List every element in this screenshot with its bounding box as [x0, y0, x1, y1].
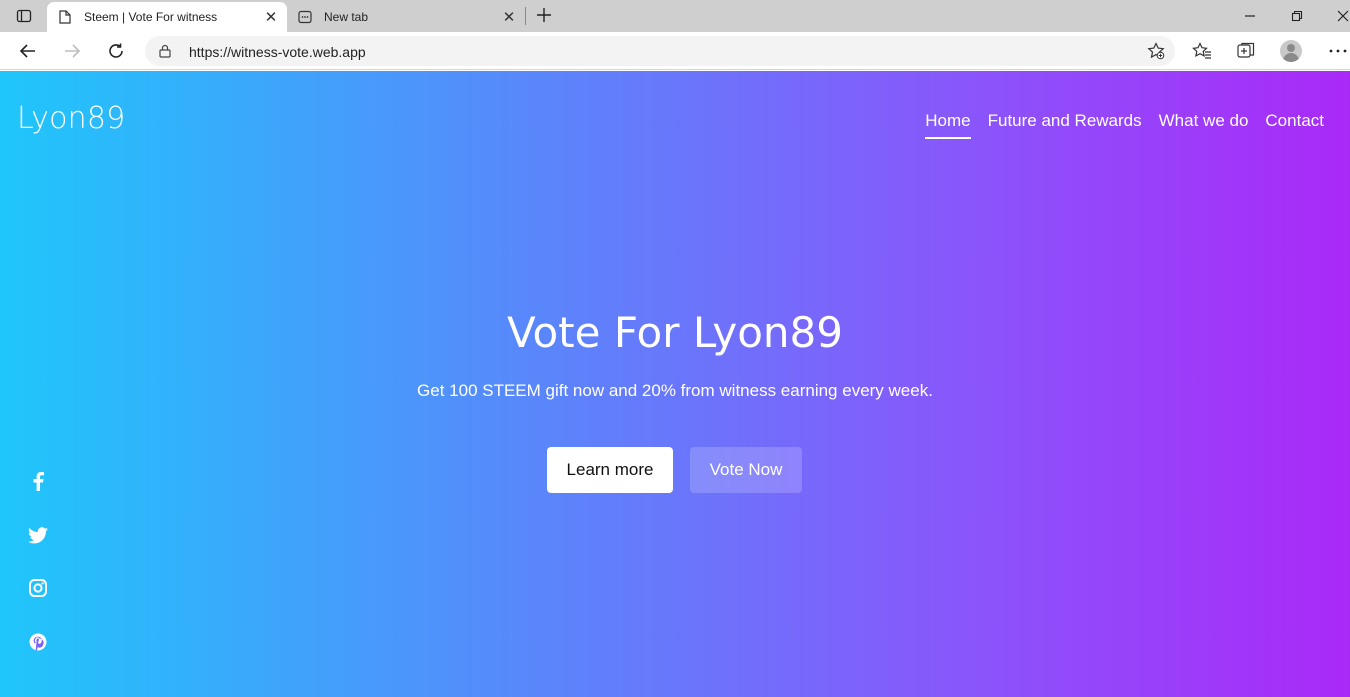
nav-contact[interactable]: Contact [1265, 111, 1324, 139]
hero-title: Vote For Lyon89 [507, 308, 843, 357]
vote-now-button[interactable]: Vote Now [690, 447, 802, 493]
address-bar[interactable]: https://witness-vote.web.app [145, 36, 1175, 66]
tab-new-tab[interactable]: New tab ✕ [287, 2, 525, 32]
new-tab-button[interactable] [534, 5, 554, 25]
lock-icon[interactable] [157, 43, 173, 59]
learn-more-button[interactable]: Learn more [547, 447, 673, 493]
twitter-icon[interactable] [27, 524, 49, 546]
restore-icon[interactable] [1287, 6, 1307, 26]
new-tab-icon [297, 9, 313, 25]
tab-actions-icon[interactable] [8, 4, 40, 28]
hero-subtitle: Get 100 STEEM gift now and 20% from witn… [417, 381, 933, 400]
close-tab-icon[interactable]: ✕ [263, 9, 279, 26]
browser-tab-bar: Steem | Vote For witness ✕ New tab ✕ [0, 0, 1350, 32]
browser-toolbar: https://witness-vote.web.app [0, 32, 1350, 70]
page-icon [57, 9, 73, 25]
close-window-icon[interactable] [1333, 6, 1350, 26]
back-arrow-icon[interactable] [16, 39, 40, 63]
avatar-head [1287, 44, 1295, 52]
pinterest-icon[interactable] [27, 631, 49, 653]
forward-arrow-icon[interactable] [60, 39, 84, 63]
collections-icon[interactable] [1236, 41, 1256, 61]
nav-what-we-do[interactable]: What we do [1159, 111, 1249, 139]
tab-steem-vote[interactable]: Steem | Vote For witness ✕ [47, 2, 287, 32]
close-tab-icon[interactable]: ✕ [501, 9, 517, 26]
nav-future-and-rewards[interactable]: Future and Rewards [988, 111, 1142, 139]
nav-home[interactable]: Home [925, 111, 971, 139]
add-favorite-icon[interactable] [1147, 42, 1165, 60]
tab-title: New tab [324, 10, 369, 24]
main-nav: Home Future and Rewards What we do Conta… [925, 111, 1324, 139]
refresh-icon[interactable] [104, 39, 128, 63]
site-logo[interactable]: Lyon89 [17, 101, 125, 136]
facebook-icon[interactable] [27, 470, 49, 492]
favorites-icon[interactable] [1192, 41, 1212, 61]
profile-avatar[interactable] [1280, 40, 1302, 62]
more-options-icon[interactable] [1328, 41, 1348, 61]
tab-separator [525, 7, 526, 25]
url-text[interactable]: https://witness-vote.web.app [189, 44, 366, 60]
hero-section: Lyon89 Home Future and Rewards What we d… [0, 71, 1350, 697]
tab-title: Steem | Vote For witness [84, 10, 218, 24]
minimize-icon[interactable] [1240, 6, 1260, 26]
avatar-body [1283, 53, 1299, 62]
instagram-icon[interactable] [27, 577, 49, 599]
